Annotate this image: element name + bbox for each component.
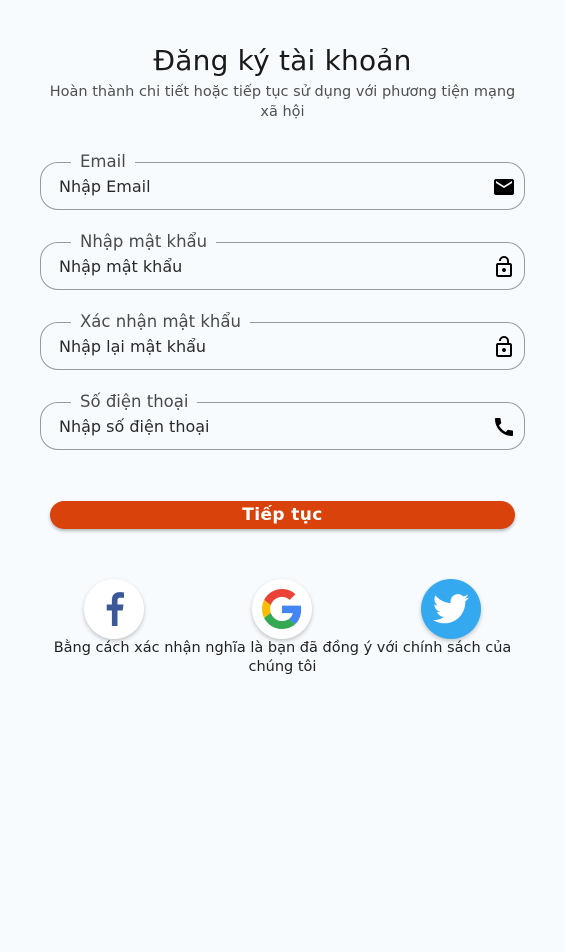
email-field: Email [40, 150, 525, 210]
lock-icon[interactable] [492, 255, 516, 279]
continue-button[interactable]: Tiếp tục [50, 501, 515, 529]
password-field: Nhập mật khẩu [40, 230, 525, 290]
facebook-login-button[interactable] [84, 579, 144, 639]
password-input[interactable] [59, 253, 479, 279]
phone-icon [492, 415, 516, 439]
phone-label: Số điện thoại [71, 390, 198, 414]
confirm-password-label: Xác nhận mật khẩu [71, 310, 250, 334]
page-subtitle: Hoàn thành chi tiết hoặc tiếp tục sử dụn… [49, 84, 516, 120]
page-title: Đăng ký tài khoản [153, 44, 412, 77]
twitter-login-button[interactable] [421, 579, 481, 639]
facebook-icon [103, 592, 125, 626]
phone-field: Số điện thoại [40, 390, 525, 450]
register-screen: Đăng ký tài khoản Hoàn thành chi tiết ho… [0, 0, 565, 952]
policy-text: Bằng cách xác nhận nghĩa là bạn đã đồng … [53, 640, 512, 675]
email-input[interactable] [59, 173, 479, 199]
phone-input[interactable] [59, 413, 479, 439]
confirm-password-input[interactable] [59, 333, 479, 359]
google-icon [262, 589, 302, 629]
lock-icon[interactable] [492, 335, 516, 359]
password-label: Nhập mật khẩu [71, 230, 217, 254]
confirm-password-field: Xác nhận mật khẩu [40, 310, 525, 370]
twitter-icon [433, 594, 469, 624]
email-label: Email [71, 150, 135, 174]
google-login-button[interactable] [252, 579, 312, 639]
mail-icon [492, 175, 516, 199]
